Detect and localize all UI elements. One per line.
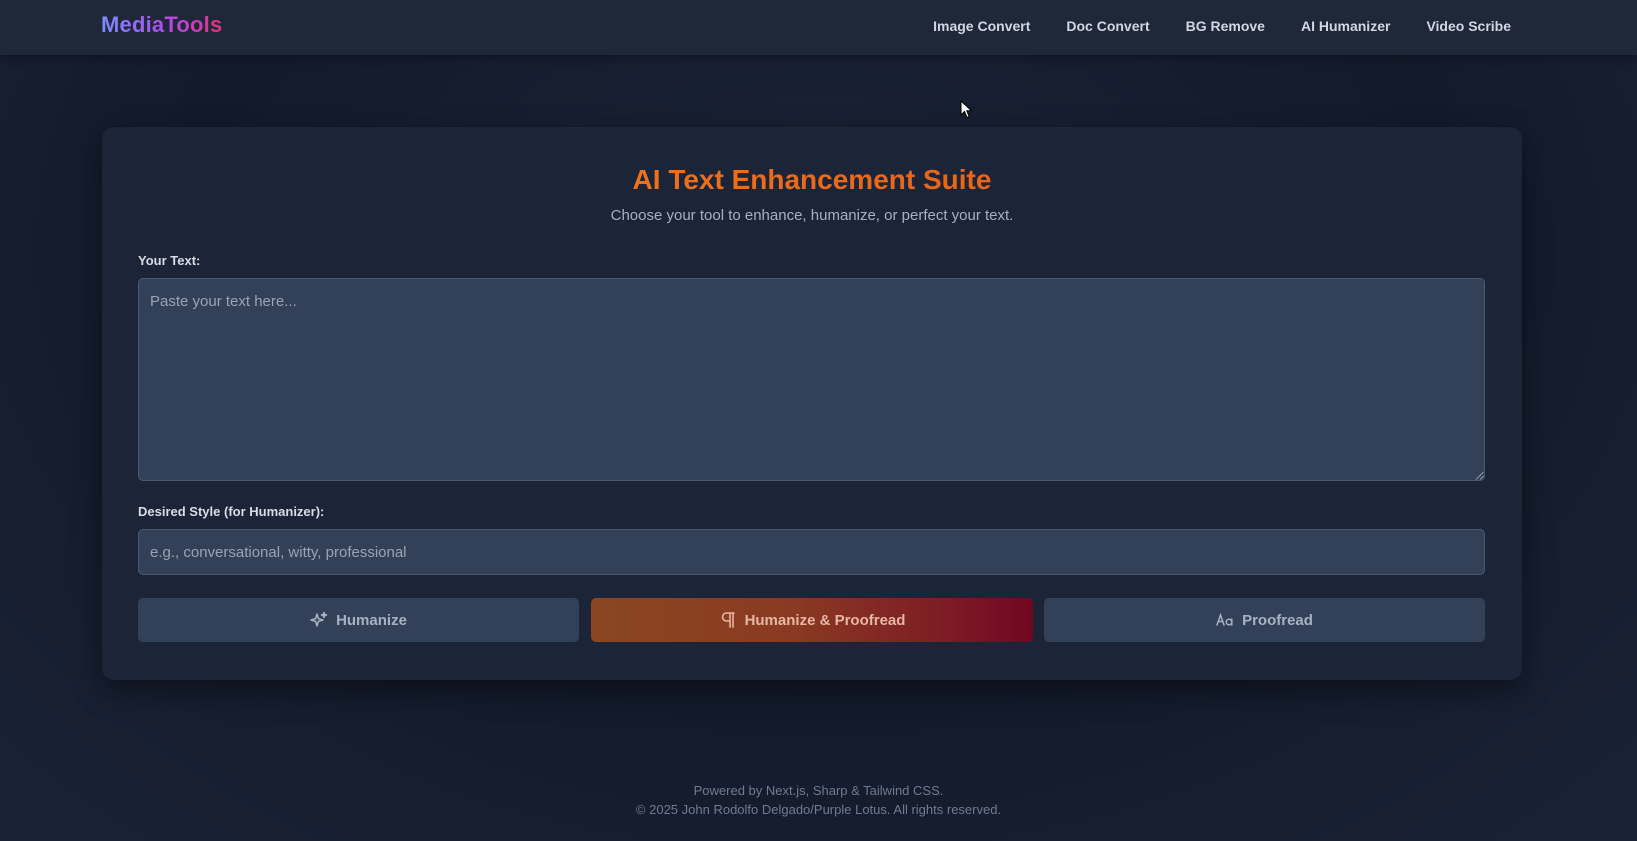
top-navbar: MediaTools Image Convert Doc Convert BG … (0, 0, 1637, 55)
text-input[interactable] (138, 278, 1485, 481)
main-nav: Image Convert Doc Convert BG Remove AI H… (933, 18, 1511, 34)
humanize-button[interactable]: Humanize (138, 598, 579, 642)
pilcrow-icon (719, 611, 737, 629)
page-subtitle: Choose your tool to enhance, humanize, o… (610, 207, 1014, 224)
resize-handle-icon[interactable] (1475, 471, 1484, 480)
nav-link-bg-remove[interactable]: BG Remove (1186, 18, 1265, 34)
nav-link-image-convert[interactable]: Image Convert (933, 18, 1030, 34)
text-case-icon (1216, 611, 1234, 629)
logo[interactable]: MediaTools (101, 12, 222, 38)
nav-link-ai-humanizer[interactable]: AI Humanizer (1301, 18, 1390, 34)
desired-style-label: Desired Style (for Humanizer): (138, 504, 325, 519)
footer-copyright: © 2025 John Rodolfo Delgado/Purple Lotus… (635, 802, 1002, 817)
humanize-proofread-button[interactable]: Humanize & Proofread (591, 598, 1033, 642)
sparkles-icon (310, 611, 328, 629)
enhancement-card: AI Text Enhancement Suite Choose your to… (102, 127, 1522, 680)
your-text-label: Your Text: (138, 253, 201, 268)
page-footer: Powered by Next.js, Sharp & Tailwind CSS… (0, 781, 1637, 819)
nav-link-doc-convert[interactable]: Doc Convert (1066, 18, 1149, 34)
page-title: AI Text Enhancement Suite (102, 164, 1522, 196)
nav-link-video-scribe[interactable]: Video Scribe (1426, 18, 1511, 34)
humanize-proofread-button-label: Humanize & Proofread (744, 611, 906, 629)
humanize-button-label: Humanize (336, 611, 407, 629)
proofread-button[interactable]: Proofread (1044, 598, 1485, 642)
style-input[interactable] (138, 529, 1485, 575)
proofread-button-label: Proofread (1242, 611, 1313, 629)
footer-powered-by: Powered by Next.js, Sharp & Tailwind CSS… (693, 783, 944, 798)
mouse-cursor-icon (960, 100, 973, 119)
